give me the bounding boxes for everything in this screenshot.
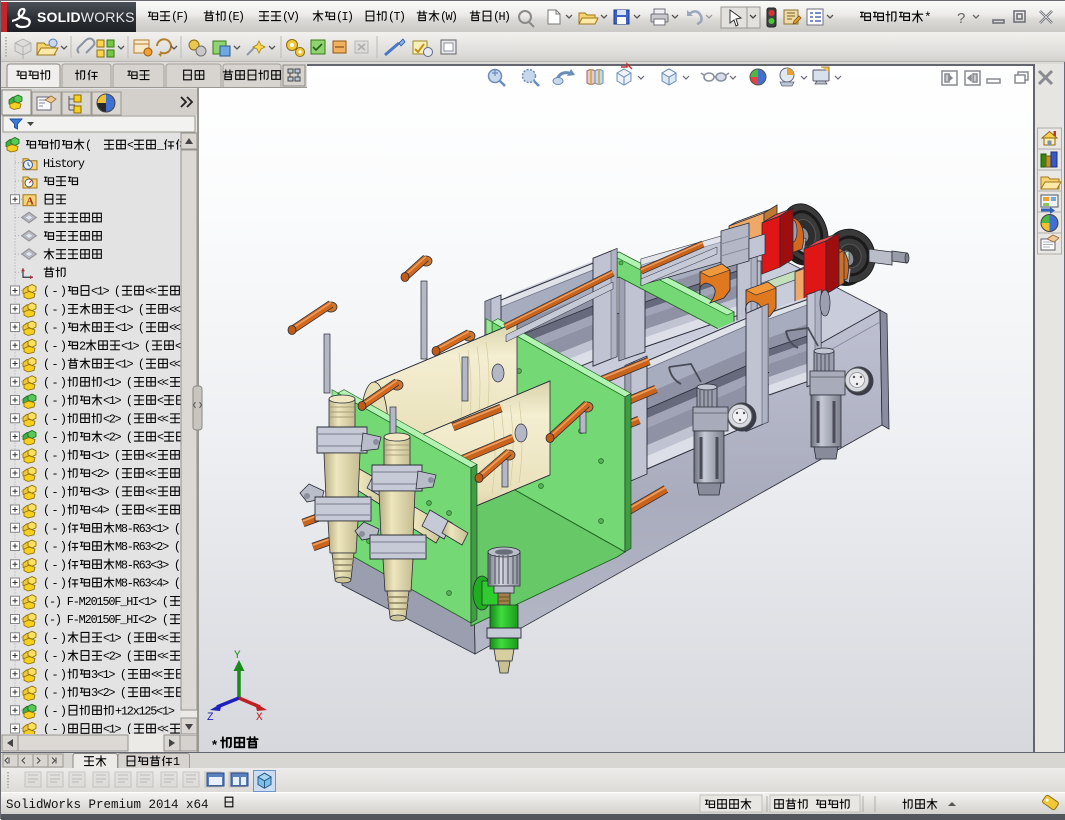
svg-text:<2> (: <2> ( (103, 431, 133, 445)
svg-text:<1> (: <1> ( (115, 321, 145, 335)
svg-text:<<: << (151, 668, 163, 682)
svg-text:<: < (157, 394, 164, 408)
svg-text:*: * (212, 737, 218, 752)
svg-text:<<: << (145, 285, 157, 299)
svg-text:(-): (-) (43, 558, 67, 572)
svg-text:<2> (: <2> ( (103, 412, 133, 426)
svg-text:<<: << (145, 485, 157, 499)
svg-text:<<: << (145, 504, 157, 518)
svg-text:(F): (F) (171, 10, 189, 24)
svg-text:<1> (: <1> ( (91, 285, 121, 299)
svg-text:(-): (-) (43, 321, 67, 335)
svg-text:(-): (-) (43, 504, 67, 518)
svg-text:<1> (: <1> ( (115, 358, 145, 372)
svg-text:?: ? (957, 10, 965, 27)
svg-text:(-): (-) (43, 285, 67, 299)
svg-text:(-): (-) (43, 668, 67, 682)
svg-text:(-): (-) (43, 449, 67, 463)
svg-text:(: ( (85, 139, 92, 153)
svg-text:<<: << (157, 412, 169, 426)
svg-text:(H): (H) (493, 10, 511, 24)
svg-text:(-): (-) (43, 631, 67, 645)
svg-text:(-): (-) (43, 650, 67, 664)
svg-text:<1> (: <1> ( (103, 631, 133, 645)
svg-text:_: _ (156, 139, 165, 153)
svg-text:X: X (256, 712, 263, 724)
svg-text:SOLIDWORKS: SOLIDWORKS (37, 9, 135, 25)
svg-text:<<: << (157, 376, 169, 390)
svg-text:(-): (-) (43, 485, 67, 499)
svg-text:<<: << (151, 686, 163, 700)
svg-text:History: History (43, 157, 85, 171)
svg-text:<<: << (145, 467, 157, 481)
svg-text:(-): (-) (43, 704, 67, 718)
svg-text:(-): (-) (43, 376, 67, 390)
svg-text:+12x125<1>: +12x125<1> (115, 704, 175, 718)
svg-text:(-): (-) (43, 522, 67, 536)
svg-text:(E): (E) (227, 10, 245, 24)
svg-text:(V): (V) (282, 10, 300, 24)
svg-text:<3> (: <3> ( (91, 485, 121, 499)
svg-text:3<1> (: 3<1> ( (91, 668, 127, 682)
svg-text:(-): (-) (43, 686, 67, 700)
svg-text:<<: << (157, 650, 169, 664)
svg-text:M8-R63<3> (: M8-R63<3> ( (115, 558, 181, 572)
svg-text:<: < (127, 139, 134, 153)
svg-text:<<: << (145, 449, 157, 463)
svg-text:<<: << (169, 303, 181, 317)
svg-text:<1> (: <1> ( (91, 449, 121, 463)
svg-text:Z: Z (207, 712, 214, 724)
svg-text:(-): (-) (43, 339, 67, 353)
svg-text:<<: << (169, 358, 181, 372)
svg-text:<4> (: <4> ( (91, 504, 121, 518)
svg-text:<1> (: <1> ( (103, 394, 133, 408)
svg-text:<2> (: <2> ( (91, 467, 121, 481)
svg-text:1: 1 (173, 755, 180, 769)
svg-text:(-): (-) (43, 358, 67, 372)
svg-text:(I): (I) (336, 10, 354, 24)
svg-text:3<2> (: 3<2> ( (91, 686, 127, 700)
svg-text:(-): (-) (43, 394, 67, 408)
svg-text:A: A (26, 195, 34, 207)
svg-text:M8-R63<1> (: M8-R63<1> ( (115, 522, 181, 536)
svg-text:(-): (-) (43, 540, 67, 554)
svg-text:<1> (: <1> ( (115, 303, 145, 317)
svg-text:<1> (: <1> ( (103, 376, 133, 390)
svg-text:SolidWorks Premium 2014 x64: SolidWorks Premium 2014 x64 (6, 798, 209, 812)
svg-text:2: 2 (79, 339, 86, 353)
svg-text:(-): (-) (43, 577, 67, 591)
svg-text:(-): (-) (43, 431, 67, 445)
svg-text:(-): (-) (43, 412, 67, 426)
svg-text:(-) F-M20150F_HI<2> (: (-) F-M20150F_HI<2> ( (43, 613, 169, 627)
svg-text:M8-R63<4> (: M8-R63<4> ( (115, 577, 181, 591)
svg-text:M8-R63<2> (: M8-R63<2> ( (115, 540, 181, 554)
svg-text:<<: << (169, 321, 181, 335)
svg-text:<2> (: <2> ( (103, 650, 133, 664)
svg-text:(-): (-) (43, 467, 67, 481)
svg-text:<<: << (157, 631, 169, 645)
svg-text:(T): (T) (388, 10, 406, 24)
svg-text:(-): (-) (43, 303, 67, 317)
svg-text:(W): (W) (440, 10, 458, 24)
svg-text:<1> (: <1> ( (121, 339, 151, 353)
svg-text:(-) F-M20150F_HI<1> (: (-) F-M20150F_HI<1> ( (43, 595, 169, 609)
svg-text:Y: Y (234, 650, 241, 662)
svg-text:*: * (924, 10, 932, 25)
svg-text:<: < (157, 431, 164, 445)
